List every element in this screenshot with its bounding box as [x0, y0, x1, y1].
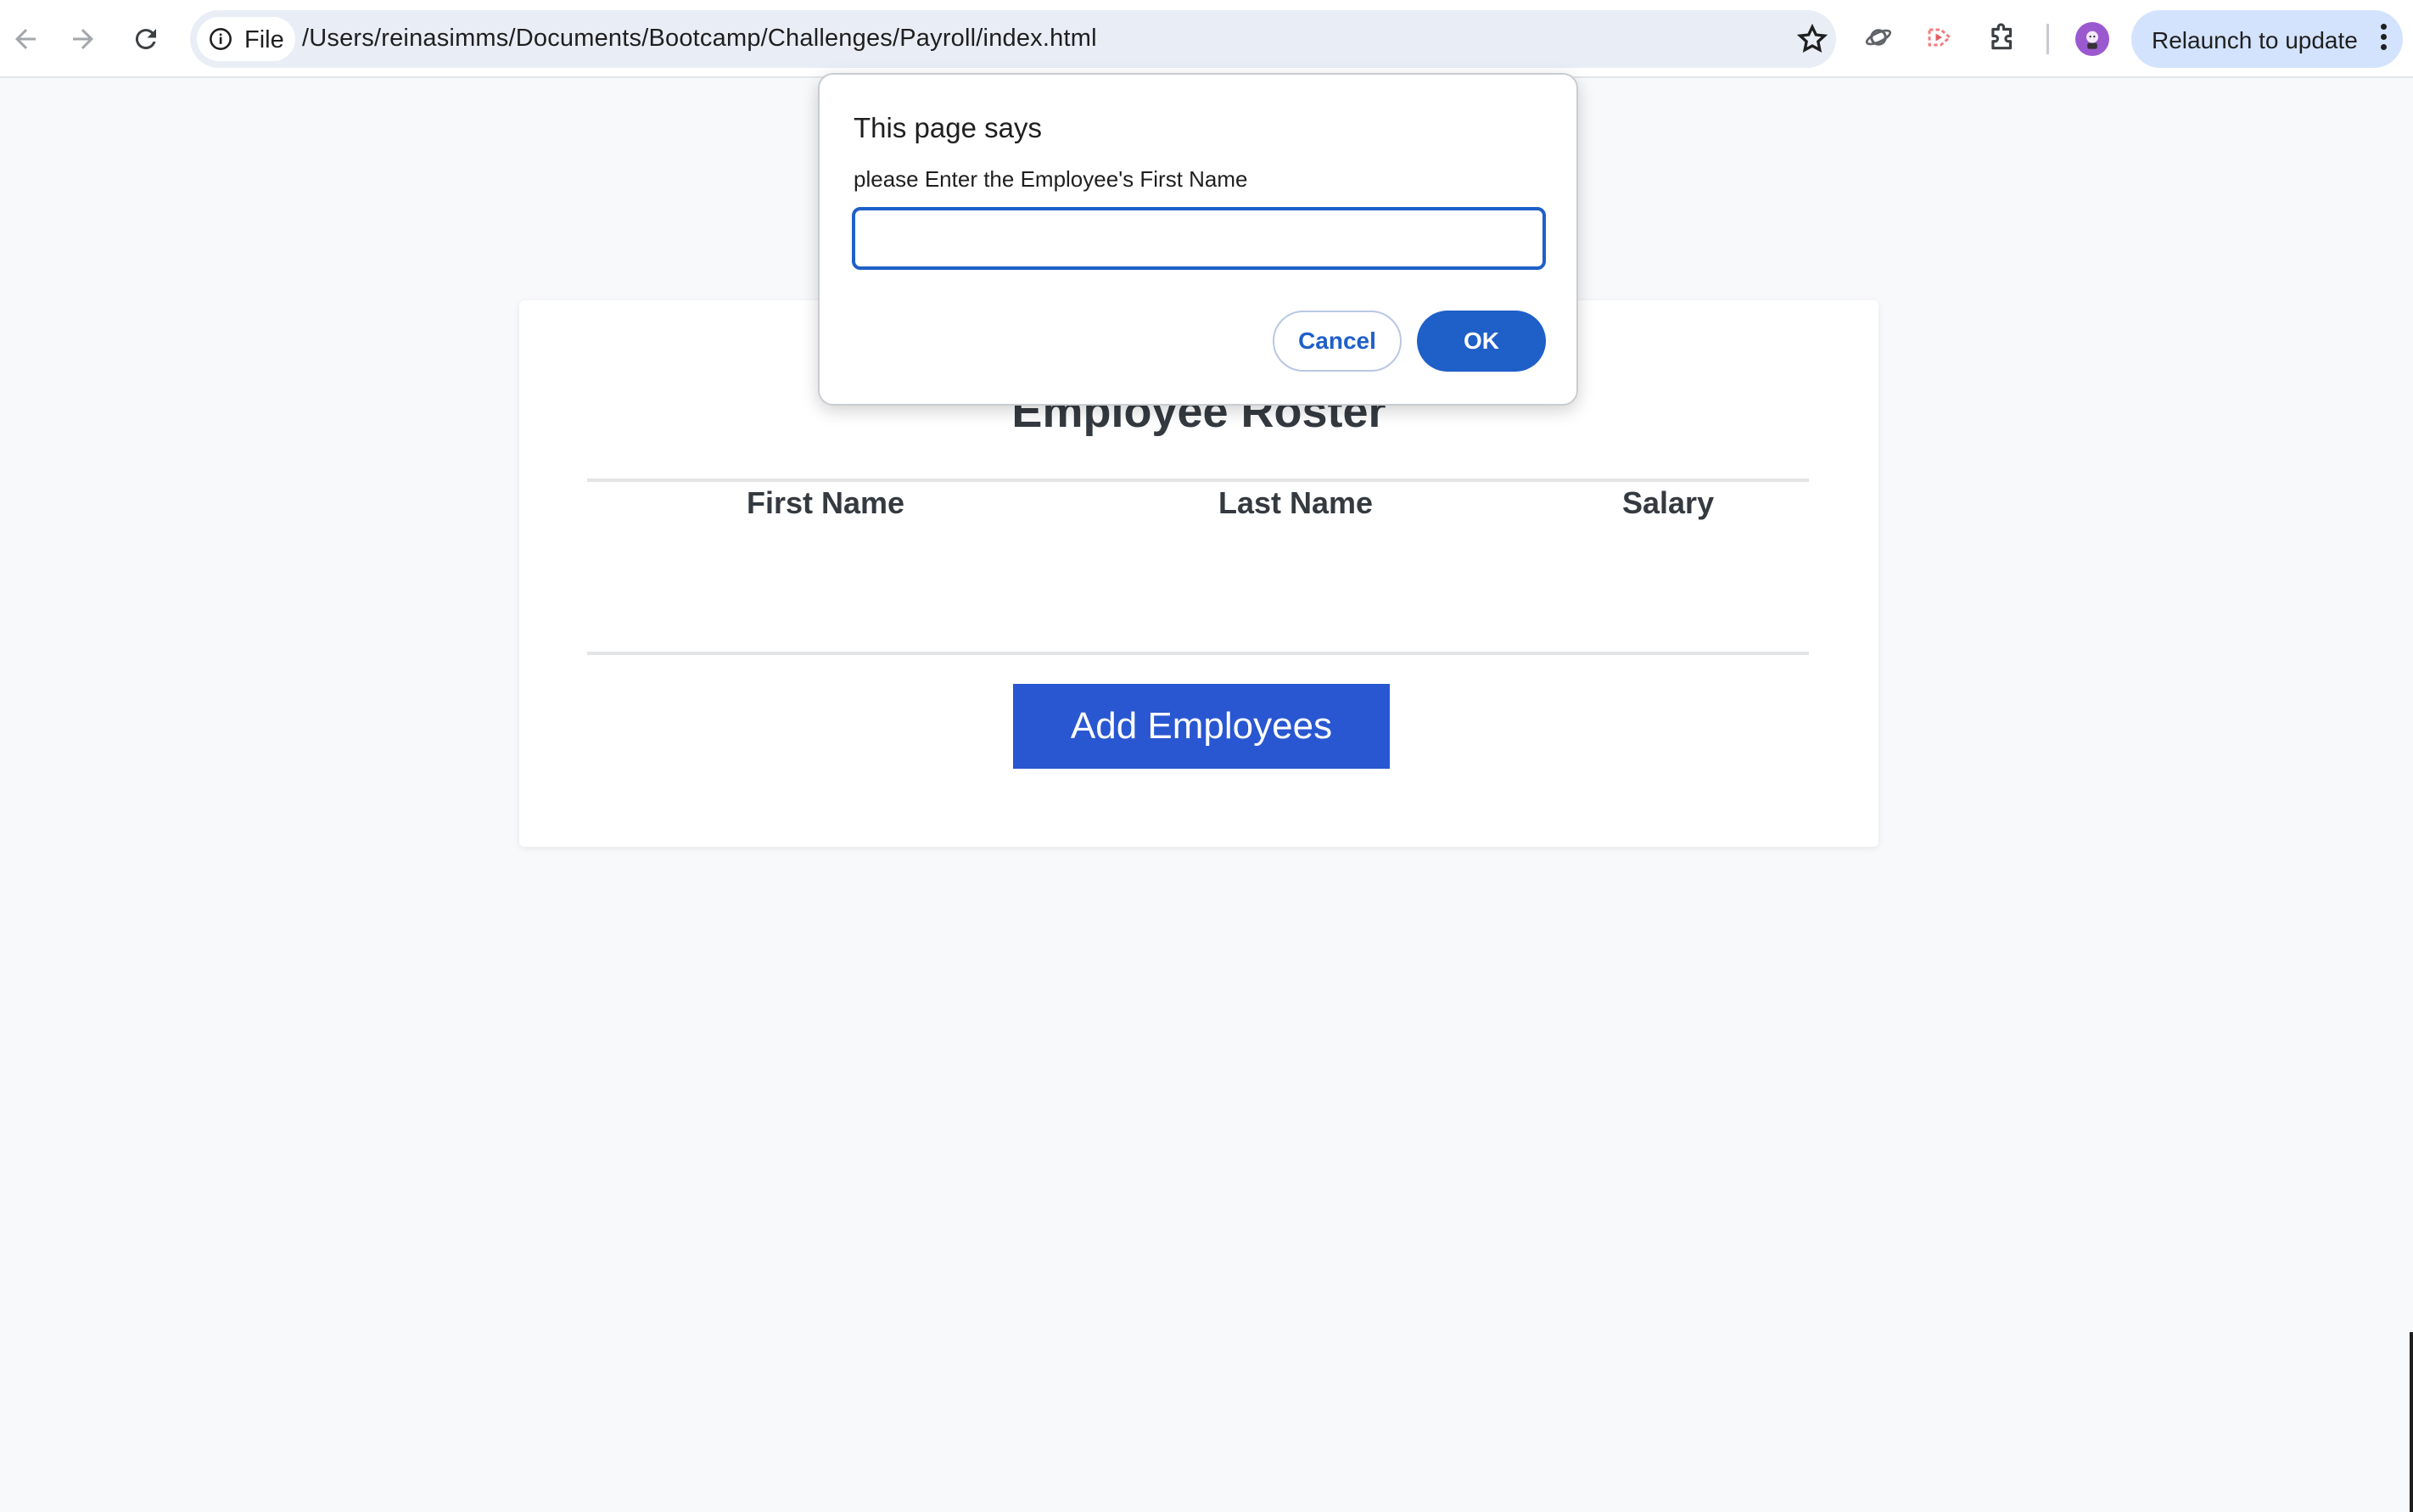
browser-toolbar: File /Users/reinasimms/Documents/Bootcam…: [0, 0, 2413, 78]
table-bottom-divider: [587, 652, 1809, 655]
extensions-puzzle-icon[interactable]: [1984, 19, 2021, 56]
profile-face-icon: [2086, 31, 2098, 49]
dialog-message: please Enter the Employee's First Name: [854, 166, 1248, 192]
bookmark-star-icon[interactable]: [1795, 22, 1829, 56]
table-top-divider: [587, 479, 1809, 482]
planet-extension-icon[interactable]: [1860, 19, 1897, 56]
dialog-text-input[interactable]: [852, 207, 1546, 270]
profile-avatar[interactable]: [2075, 22, 2109, 56]
arrow-left-icon: [15, 29, 36, 49]
arrow-right-icon: [73, 29, 93, 49]
forward-button[interactable]: [59, 15, 107, 63]
relaunch-label: Relaunch to update: [2152, 27, 2358, 53]
add-employees-button[interactable]: Add Employees: [1013, 684, 1390, 769]
relaunch-to-update-button[interactable]: Relaunch to update: [2131, 10, 2403, 68]
ok-button[interactable]: OK: [1417, 311, 1546, 372]
toolbar-divider: [2046, 24, 2049, 54]
prompt-dialog: This page says please Enter the Employee…: [818, 73, 1578, 406]
cancel-button[interactable]: Cancel: [1273, 311, 1402, 372]
site-info-chip[interactable]: File: [197, 17, 295, 61]
column-header-last-name: Last Name: [1218, 485, 1374, 520]
address-bar[interactable]: File /Users/reinasimms/Documents/Bootcam…: [190, 10, 1836, 68]
video-extension-icon[interactable]: [1921, 19, 1958, 56]
info-icon: [210, 28, 232, 50]
column-header-salary: Salary: [1622, 485, 1715, 520]
column-header-first-name: First Name: [747, 485, 905, 520]
reload-button[interactable]: [122, 15, 170, 63]
reload-icon: [135, 29, 156, 50]
file-chip-label: File: [244, 26, 284, 53]
window-edge: [2410, 1332, 2413, 1512]
back-button[interactable]: [2, 15, 49, 63]
more-menu-icon[interactable]: [2381, 24, 2388, 54]
url-text[interactable]: /Users/reinasimms/Documents/Bootcamp/Cha…: [302, 25, 1097, 53]
dialog-title: This page says: [854, 112, 1042, 143]
